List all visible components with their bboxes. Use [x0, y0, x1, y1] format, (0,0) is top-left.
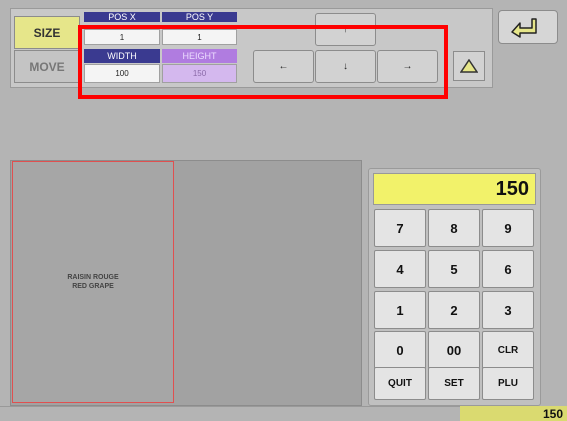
key-4[interactable]: 4 [374, 250, 426, 288]
arrow-up-icon: ↑ [343, 24, 348, 35]
arrow-right-icon: → [402, 61, 413, 72]
key-2[interactable]: 2 [428, 291, 480, 329]
arrow-left-icon: ← [278, 61, 289, 72]
key-3[interactable]: 3 [482, 291, 534, 329]
triangle-up-button[interactable] [453, 51, 485, 81]
move-mode-button[interactable]: MOVE [14, 50, 80, 83]
arrow-down-icon: ↓ [343, 61, 348, 72]
pos-y-label: POS Y [162, 12, 237, 22]
arrow-left-button[interactable]: ← [253, 50, 314, 83]
key-0[interactable]: 0 [374, 331, 426, 369]
quit-key[interactable]: QUIT [374, 367, 426, 400]
arrow-down-button[interactable]: ↓ [315, 50, 376, 83]
item-cell[interactable]: RAISIN ROUGE RED GRAPE [12, 161, 174, 403]
plu-key[interactable]: PLU [482, 367, 534, 400]
item-name-fr: RAISIN ROUGE [67, 274, 119, 281]
clear-key[interactable]: CLR [482, 331, 534, 369]
status-value: 150 [460, 406, 567, 421]
pos-x-field[interactable]: 1 [84, 29, 160, 45]
return-arrow-icon [511, 18, 537, 38]
set-key[interactable]: SET [428, 367, 480, 400]
width-field[interactable]: 100 [84, 64, 160, 83]
key-6[interactable]: 6 [482, 250, 534, 288]
width-label: WIDTH [84, 49, 160, 63]
pos-x-label: POS X [84, 12, 160, 22]
height-label: HEIGHT [162, 49, 237, 63]
keypad-display: 150 [373, 173, 536, 205]
key-8[interactable]: 8 [428, 209, 480, 247]
key-1[interactable]: 1 [374, 291, 426, 329]
key-5[interactable]: 5 [428, 250, 480, 288]
arrow-up-button[interactable]: ↑ [315, 13, 376, 46]
status-divider [0, 406, 460, 407]
pos-y-field[interactable]: 1 [162, 29, 237, 45]
height-field[interactable]: 150 [162, 64, 237, 83]
triangle-up-icon [460, 59, 478, 73]
key-00[interactable]: 00 [428, 331, 480, 369]
key-7[interactable]: 7 [374, 209, 426, 247]
item-name-en: RED GRAPE [72, 283, 114, 290]
key-9[interactable]: 9 [482, 209, 534, 247]
size-mode-button[interactable]: SIZE [14, 16, 80, 49]
arrow-right-button[interactable]: → [377, 50, 438, 83]
back-button[interactable] [498, 10, 558, 44]
